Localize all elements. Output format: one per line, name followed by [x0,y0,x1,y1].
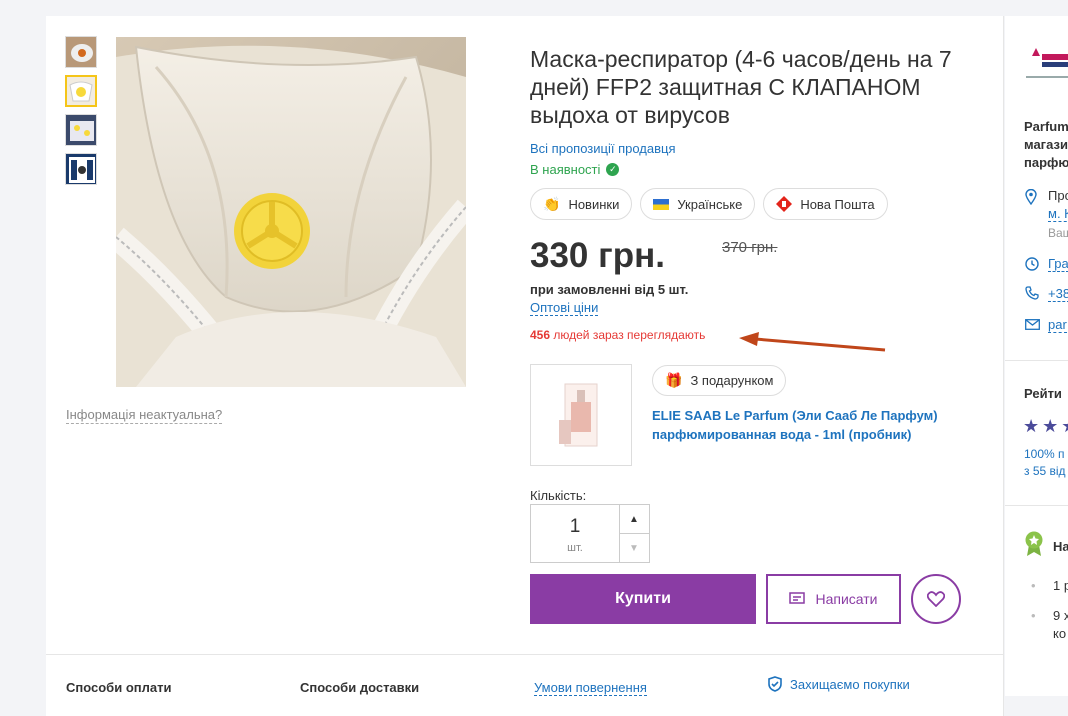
shop-name-line-2[interactable]: магази [1024,137,1068,152]
check-icon: ✓ [606,163,620,176]
nova-poshta-icon [776,196,793,212]
badge-nova-poshta[interactable]: Нова Пошта [763,188,888,220]
thumbnail-2[interactable] [65,75,97,107]
product-price: 330 грн. [530,236,665,275]
old-price: 370 грн. [722,239,778,256]
badge-new-label: Новинки [568,196,620,212]
clap-icon: 👏 [543,195,561,212]
award-item-2: 9 х [1053,608,1068,623]
thumbnail-1[interactable] [65,36,97,68]
address-line-3: Ваш [1048,226,1068,240]
address-line-1: Про [1048,188,1068,203]
sidebar-divider [1005,360,1068,361]
address-city-link[interactable]: м. К [1048,206,1068,222]
product-badges: 👏 Новинки Українське Нова Пошта [530,188,888,220]
clock-icon [1025,257,1039,271]
wholesale-prices-link[interactable]: Оптові ціни [530,300,599,316]
section-divider [46,654,1004,655]
gift-badge-label: З подарунком [690,373,774,388]
shop-name-line-3[interactable]: парфю [1024,155,1068,170]
product-main-image[interactable] [116,37,466,387]
badge-nova-poshta-label: Нова Пошта [800,196,875,212]
sidebar-divider-2 [1005,505,1068,506]
badge-ukrainian-label: Українське [677,196,743,212]
quantity-value[interactable]: 1 [531,516,619,538]
return-terms-link[interactable]: Умови повернення [534,680,647,696]
thumbnail-3[interactable] [65,114,97,146]
buy-button[interactable]: Купити [530,574,756,624]
rating-reviews[interactable]: з 55 від [1024,464,1066,478]
heart-icon [927,591,945,607]
gift-icon: 🎁 [665,372,683,388]
award-bullet-2: • [1031,608,1036,623]
message-icon [789,592,806,604]
availability-status: В наявності ✓ [530,162,620,177]
viewers-count: 456 [530,328,551,342]
rating-stars: ★★★ [1023,416,1068,436]
buyer-protection[interactable]: Захищаємо покупки [768,676,910,692]
increment-icon[interactable]: ▲ [619,505,649,534]
shop-name-line-1[interactable]: Parfum [1024,119,1068,134]
phone-icon [1025,286,1039,300]
thumbnail-list [65,36,99,192]
seller-sidebar [1005,16,1068,696]
gift-image[interactable] [530,364,632,466]
gift-badge: 🎁 З подарунком [652,365,787,396]
quantity-label: Кількість: [530,488,587,503]
rating-percent[interactable]: 100% п [1024,447,1065,461]
award-item-2-cont: ко [1053,626,1067,641]
payment-methods-heading: Способи оплати [66,680,172,695]
viewers-notice: 456 людей зараз переглядають [530,328,705,342]
thumbnail-4[interactable] [65,153,97,185]
seller-logo[interactable] [1026,46,1068,84]
badge-new[interactable]: 👏 Новинки [530,188,633,220]
quantity-stepper: ▲ ▼ [619,504,650,563]
buyer-protection-label: Захищаємо покупки [790,676,910,692]
phone-link[interactable]: +38 [1048,286,1068,302]
delivery-methods-heading: Способи доставки [300,680,420,695]
email-link[interactable]: par [1048,317,1067,333]
min-order-text: при замовленні від 5 шт. [530,282,689,297]
award-bullet-1: • [1031,578,1036,593]
shield-icon [768,676,782,692]
badge-ukrainian[interactable]: Українське [640,188,756,220]
award-label: На [1053,539,1068,554]
availability-label: В наявності [530,162,601,177]
quantity-unit: шт. [567,542,583,554]
mail-icon [1025,319,1040,330]
award-item-1: 1 р [1053,578,1068,593]
arrow-annotation-icon [739,332,886,352]
seller-offers-link[interactable]: Всі пропозиції продавця [530,141,676,156]
gift-product-link[interactable]: ELIE SAAB Le Parfum (Эли Сааб Ле Парфум)… [652,406,952,444]
ukraine-flag-icon [653,198,670,210]
schedule-link[interactable]: Гра [1048,256,1068,272]
decrement-icon[interactable]: ▼ [619,534,649,563]
product-title: Маска-респиратор (4-6 часов/день на 7 дн… [530,46,952,128]
info-outdated-link[interactable]: Інформація неактуальна? [66,407,223,424]
quantity-input[interactable]: 1 шт. [530,504,620,563]
viewers-text: людей зараз переглядають [553,328,706,342]
rating-label: Рейти [1024,386,1062,401]
location-pin-icon [1025,189,1037,205]
award-icon [1025,531,1043,556]
write-message-label: Написати [815,591,878,607]
favorite-button[interactable] [911,574,961,624]
write-message-button[interactable]: Написати [766,574,901,624]
